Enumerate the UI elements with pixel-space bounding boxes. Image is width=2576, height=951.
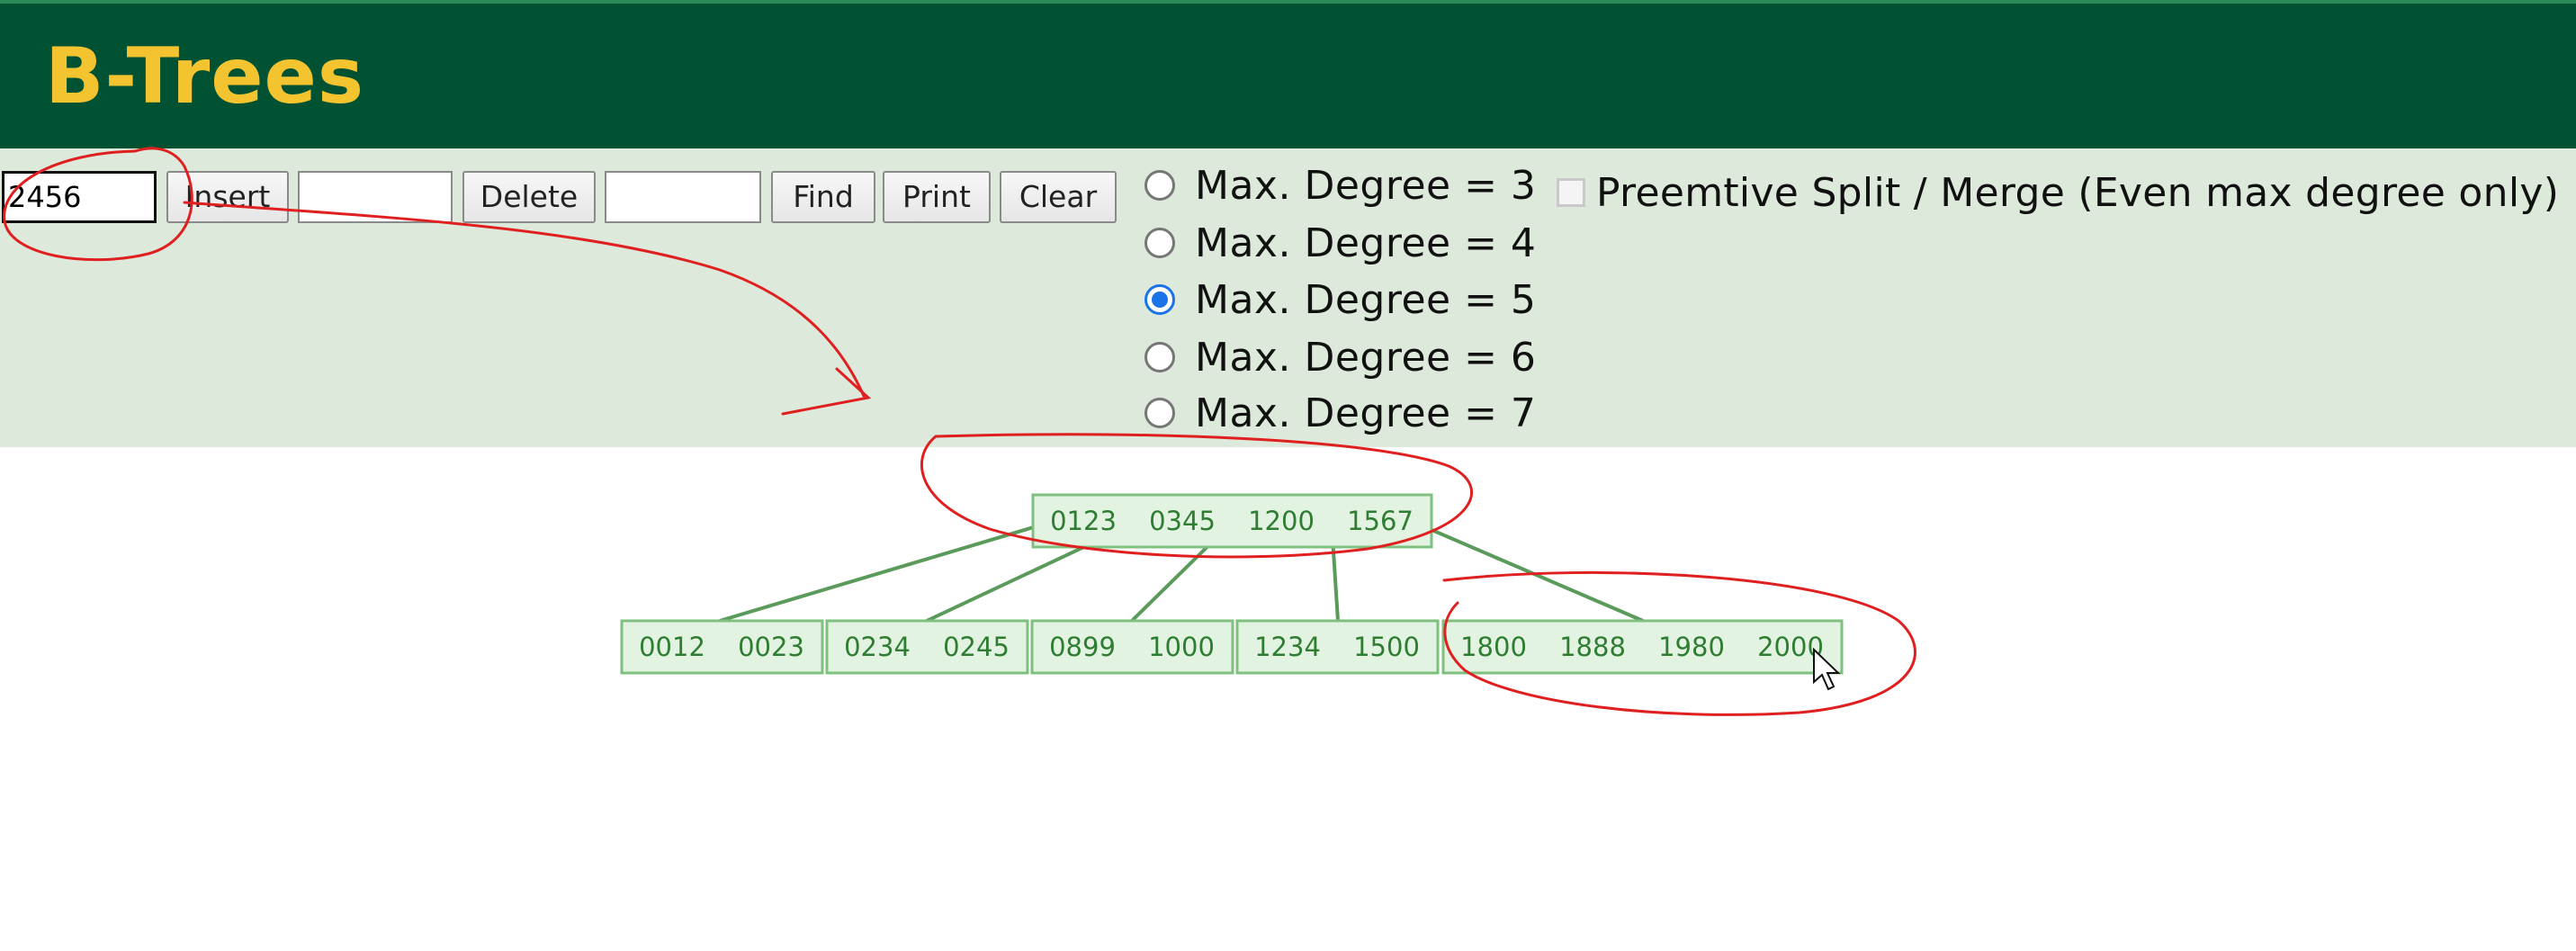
leaf-key: 1888 — [1559, 632, 1626, 662]
root-key: 1567 — [1347, 506, 1414, 536]
root-key: 0123 — [1050, 506, 1117, 536]
leaf-key: 1234 — [1254, 632, 1321, 662]
root-node: 0123 0345 1200 1567 — [1031, 493, 1433, 549]
leaf-key: 1800 — [1460, 632, 1527, 662]
leaf-node: 0012 0023 — [620, 619, 824, 675]
leaf-key: 0023 — [738, 632, 804, 662]
leaf-node: 0234 0245 — [825, 619, 1029, 675]
leaf-key: 1000 — [1148, 632, 1215, 662]
leaf-key: 0234 — [844, 632, 911, 662]
annotation-circle-input — [3, 147, 193, 262]
annotation-arrow-line — [183, 201, 866, 398]
root-key: 0345 — [1149, 506, 1216, 536]
leaf-key: 0245 — [943, 632, 1010, 662]
annotation-arrow-head — [781, 367, 872, 416]
root-key: 1200 — [1248, 506, 1315, 536]
btree-canvas: 0123 0345 1200 1567 0012 0023 0234 0245 … — [3, 147, 1916, 716]
leaf-key: 0012 — [639, 632, 705, 662]
leaf-node: 1800 1888 1980 2000 — [1441, 619, 1844, 675]
leaf-key: 0899 — [1049, 632, 1116, 662]
leaf-node: 1234 1500 — [1235, 619, 1440, 675]
tree-edge — [719, 522, 1046, 623]
leaf-node: 0899 1000 — [1030, 619, 1234, 675]
leaf-key: 1980 — [1658, 632, 1725, 662]
leaf-key: 1500 — [1353, 632, 1420, 662]
